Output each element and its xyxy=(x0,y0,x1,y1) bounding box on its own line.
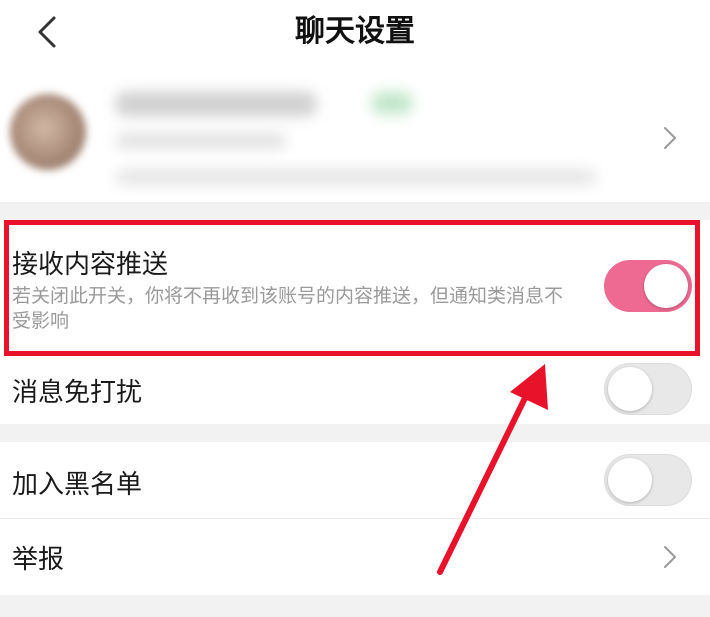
report-label: 举报 xyxy=(12,545,65,575)
blacklist-toggle[interactable] xyxy=(604,454,692,506)
blacklist-label: 加入黑名单 xyxy=(12,470,143,500)
receive-push-label: 接收内容推送 xyxy=(12,250,169,280)
blurred-badge xyxy=(372,92,412,114)
profile-card[interactable] xyxy=(0,72,710,202)
receive-push-toggle[interactable] xyxy=(604,260,692,312)
setting-row-blacklist: 加入黑名单 xyxy=(0,442,710,518)
blurred-subtitle xyxy=(116,134,286,148)
blurred-name xyxy=(116,92,316,116)
receive-push-description: 若关闭此开关，你将不再收到该账号的内容推送，但通知类消息不受影响 xyxy=(12,285,564,332)
setting-row-do-not-disturb: 消息免打扰 xyxy=(0,354,710,424)
toggle-knob xyxy=(644,264,688,308)
blurred-description xyxy=(116,170,596,184)
chevron-right-icon xyxy=(664,546,676,568)
page-title: 聊天设置 xyxy=(295,14,415,49)
toggle-knob xyxy=(608,367,652,411)
do-not-disturb-toggle[interactable] xyxy=(604,363,692,415)
do-not-disturb-label: 消息免打扰 xyxy=(12,378,143,408)
avatar xyxy=(10,94,86,170)
setting-row-receive-push: 接收内容推送 若关闭此开关，你将不再收到该账号的内容推送，但通知类消息不受影响 xyxy=(0,220,710,354)
chevron-right-icon xyxy=(664,127,676,149)
setting-row-report[interactable]: 举报 xyxy=(0,519,710,595)
header: 聊天设置 xyxy=(0,0,710,72)
toggle-knob xyxy=(608,458,652,502)
